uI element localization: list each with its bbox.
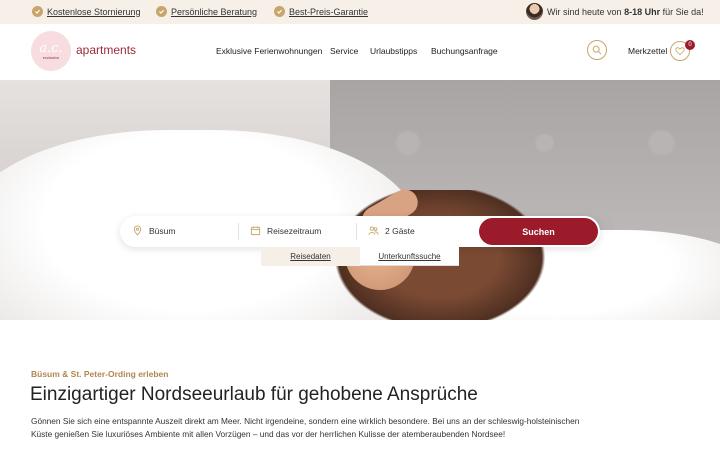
merkzettel-label[interactable]: Merkzettel — [628, 46, 667, 56]
travel-period-field[interactable]: Reisezeitraum — [250, 225, 321, 236]
contact-hours-value: 8-18 Uhr — [624, 6, 661, 17]
contact-prefix: Wir sind heute von — [547, 6, 622, 17]
nav-item-travel-tips[interactable]: Urlaubstipps — [370, 46, 417, 56]
location-pin-icon — [133, 225, 142, 236]
search-icon — [592, 45, 602, 55]
check-badge-icon — [32, 6, 43, 17]
usp-best-price-link[interactable]: Best-Preis-Garantie — [274, 6, 368, 17]
merkzettel-count-badge: 0 — [685, 40, 695, 50]
location-field[interactable]: Büsum — [132, 225, 175, 236]
top-info-bar: Kostenlose Stornierung Persönliche Berat… — [0, 0, 720, 24]
brand-name[interactable]: apartments — [76, 43, 136, 57]
intro-text: Gönnen Sie sich eine entspannte Auszeit … — [31, 416, 580, 439]
search-button[interactable] — [587, 40, 607, 60]
logo-subtext: exclusive — [42, 54, 60, 60]
tab-accommodation-search[interactable]: Unterkunftssuche — [360, 247, 459, 266]
contact-hours: Wir sind heute von 8-18 Uhr für Sie da! — [526, 3, 704, 20]
page-title: Einzigartiger Nordseeurlaub für gehobene… — [30, 384, 478, 405]
site-header: a.c. exclusive apartments Exklusive Feri… — [0, 24, 720, 80]
hero-image — [0, 80, 720, 320]
field-divider — [238, 223, 239, 240]
nav-item-booking-request[interactable]: Buchungsanfrage — [431, 46, 498, 56]
usp-label: Kostenlose Stornierung — [47, 6, 141, 17]
usp-personal-advice-link[interactable]: Persönliche Beratung — [156, 6, 257, 17]
search-submit-button[interactable]: Suchen — [479, 218, 598, 245]
location-value: Büsum — [149, 225, 176, 236]
heart-icon — [675, 47, 685, 56]
contact-suffix: für Sie da! — [662, 6, 704, 17]
advisor-avatar — [526, 3, 543, 20]
logo[interactable]: a.c. exclusive — [31, 31, 71, 71]
search-mode-tabs: Reisedaten Unterkunftssuche — [261, 247, 459, 266]
usp-label: Best-Preis-Garantie — [289, 6, 369, 17]
nav-item-service[interactable]: Service — [330, 46, 358, 56]
tab-travel-dates[interactable]: Reisedaten — [261, 247, 360, 266]
guests-value: 2 Gäste — [385, 225, 415, 236]
booking-search-bar: Büsum Reisezeitraum 2 Gäste Suchen — [120, 216, 600, 247]
travel-period-value: Reisezeitraum — [267, 225, 322, 236]
check-badge-icon — [274, 6, 285, 17]
logo-text: a.c. — [39, 40, 63, 56]
nav-item-exclusive-apartments[interactable]: Exklusive Ferienwohnungen — [216, 46, 322, 56]
guests-field[interactable]: 2 Gäste — [368, 225, 415, 236]
field-divider — [356, 223, 357, 240]
usp-free-cancellation-link[interactable]: Kostenlose Stornierung — [32, 6, 141, 17]
calendar-icon — [250, 226, 261, 236]
section-kicker: Büsum & St. Peter-Ording erleben — [31, 369, 169, 379]
check-badge-icon — [156, 6, 167, 17]
guests-icon — [368, 226, 379, 235]
usp-label: Persönliche Beratung — [171, 6, 258, 17]
